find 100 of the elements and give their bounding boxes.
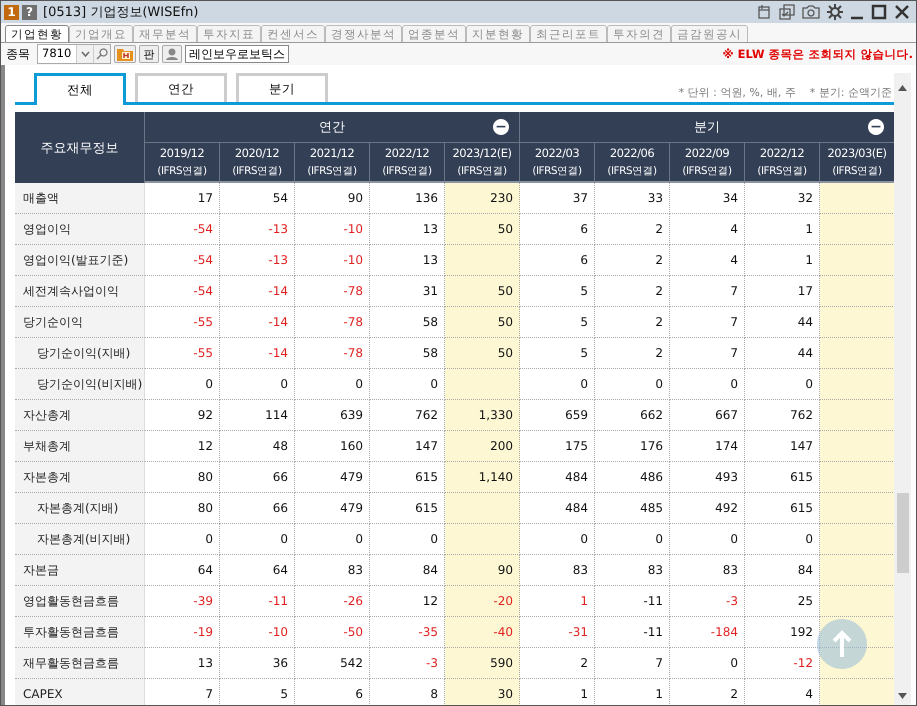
table-cell: -20: [445, 586, 520, 617]
table-cell: -11: [595, 586, 670, 617]
table-cell: 176: [595, 431, 670, 462]
row-label: 부채총계: [15, 431, 145, 462]
table-cell: 5: [520, 276, 595, 307]
table-cell: -50: [295, 617, 370, 648]
user-button[interactable]: [162, 45, 182, 63]
column-header: 2022/03 (IFRS연결): [520, 143, 595, 183]
scrollbar[interactable]: [894, 73, 911, 705]
table-cell: 0: [295, 369, 370, 400]
tab[interactable]: 재무분석: [133, 25, 197, 42]
row-label: 자본총계(지배): [15, 493, 145, 524]
group-label: 연간: [319, 119, 345, 136]
table-cell: -11: [220, 586, 295, 617]
table-cell: 4: [670, 245, 745, 276]
table-cell: 0: [220, 524, 295, 555]
table-cell: 114: [220, 400, 295, 431]
table-cell: 5: [220, 679, 295, 705]
stock-label: 종목: [6, 46, 30, 62]
tab[interactable]: 컨센서스: [261, 25, 325, 42]
table-cell: 7: [670, 276, 745, 307]
table-cell: 13: [145, 648, 220, 679]
view-tab[interactable]: 연간: [135, 73, 227, 102]
table-cell: -78: [295, 338, 370, 369]
tab[interactable]: 기업현황: [5, 25, 69, 42]
table-cell: 7: [595, 648, 670, 679]
table-cell: 659: [520, 400, 595, 431]
table-cell: 175: [520, 431, 595, 462]
table-cell: 66: [220, 493, 295, 524]
scroll-down-icon[interactable]: [898, 693, 907, 699]
table-cell: -184: [670, 617, 745, 648]
table-cell: -10: [220, 617, 295, 648]
table-cell: 0: [145, 524, 220, 555]
table-cell: -13: [220, 245, 295, 276]
settings-icon[interactable]: [827, 4, 843, 20]
table-cell: 6: [520, 214, 595, 245]
table-cell: 90: [445, 555, 520, 586]
camera-icon[interactable]: [802, 4, 820, 20]
table-cell: 1: [520, 586, 595, 617]
row-label: CAPEX: [15, 679, 145, 705]
column-header: 2020/12 (IFRS연결): [220, 143, 295, 183]
view-tab[interactable]: 전체: [34, 73, 126, 105]
tab[interactable]: 투자지표: [197, 25, 261, 42]
collapse-button[interactable]: −: [493, 119, 509, 135]
table-cell: 90: [295, 183, 370, 214]
window-title: [0513] 기업정보(WISEfn): [43, 4, 198, 21]
table-cell: -40: [445, 617, 520, 648]
collapse-button[interactable]: −: [868, 119, 884, 135]
folder-icon: [117, 47, 133, 61]
table-cell: -11: [595, 617, 670, 648]
table-cell: -54: [145, 276, 220, 307]
table-cell: -13: [220, 214, 295, 245]
table-cell: 2: [595, 245, 670, 276]
table-cell: 37: [520, 183, 595, 214]
table-cell: 80: [145, 462, 220, 493]
table-cell: 1,140: [445, 462, 520, 493]
table-cell: 36: [220, 648, 295, 679]
scroll-up-icon[interactable]: [898, 85, 907, 91]
tab[interactable]: 경쟁사분석: [325, 25, 402, 42]
table-cell: 5: [520, 307, 595, 338]
tab[interactable]: 지분현황: [466, 25, 530, 42]
tab[interactable]: 기업개요: [69, 25, 133, 42]
tab[interactable]: 최근리포트: [530, 25, 607, 42]
tab[interactable]: 금감원공시: [671, 25, 748, 42]
row-label: 세전계속사업이익: [15, 276, 145, 307]
pan-button[interactable]: 판: [139, 45, 159, 63]
scroll-thumb[interactable]: [896, 493, 908, 573]
table-cell: 590: [445, 648, 520, 679]
table-cell: 662: [595, 400, 670, 431]
window-number-badge[interactable]: 1: [4, 4, 19, 20]
company-name-field[interactable]: 레인보우로보틱스: [185, 45, 289, 63]
table-cell: 12: [145, 431, 220, 462]
table-cell: 667: [670, 400, 745, 431]
table-cell: 7: [670, 307, 745, 338]
table-cell: -26: [295, 586, 370, 617]
table-cell: -10: [295, 214, 370, 245]
view-tab[interactable]: 분기: [236, 73, 328, 102]
row-label: 투자활동현금흐름: [15, 617, 145, 648]
table-cell: 4: [670, 214, 745, 245]
table-cell: 7: [670, 338, 745, 369]
tab[interactable]: 투자의견: [607, 25, 671, 42]
stock-code-field[interactable]: 7810: [37, 44, 111, 64]
window-link-icon[interactable]: [756, 4, 772, 20]
table-cell: 0: [295, 524, 370, 555]
table-cell: -39: [145, 586, 220, 617]
help-button[interactable]: ?: [22, 4, 37, 20]
column-header: 2019/12 (IFRS연결): [145, 143, 220, 183]
table-cell: 0: [670, 648, 745, 679]
table-cell: -78: [295, 307, 370, 338]
header-cell: 주요재무정보: [15, 112, 145, 183]
folder-button[interactable]: [114, 45, 136, 63]
table-cell: 64: [220, 555, 295, 586]
maximize-icon[interactable]: [871, 4, 887, 20]
tab[interactable]: 업종분석: [402, 25, 466, 42]
close-icon[interactable]: [894, 4, 910, 20]
table-cell: 80: [145, 493, 220, 524]
table-cell: 542: [295, 648, 370, 679]
table-cell: 2: [520, 648, 595, 679]
window-check-icon[interactable]: [779, 4, 795, 20]
table-cell: 66: [220, 462, 295, 493]
